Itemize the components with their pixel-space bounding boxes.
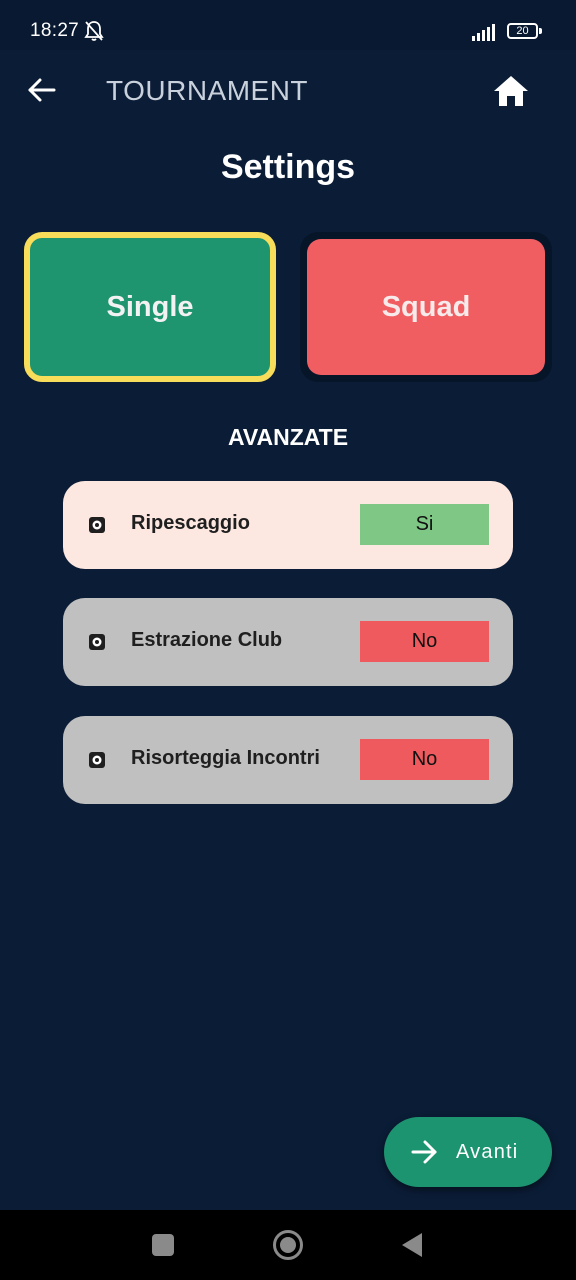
page-title: Settings — [220, 148, 356, 186]
battery-tip — [539, 28, 542, 34]
status-bar: 18:27 20 — [0, 0, 576, 50]
option-toggle-button[interactable]: No — [360, 621, 489, 662]
option-toggle-button[interactable]: No — [360, 739, 489, 780]
home-icon[interactable] — [492, 72, 530, 110]
home-circle-icon[interactable] — [272, 1229, 304, 1261]
option-risorteggia-incontri: Risorteggia Incontri No — [63, 716, 513, 804]
squad-mode-button[interactable]: Squad — [307, 239, 545, 375]
next-button[interactable]: Avanti — [384, 1117, 552, 1187]
arrow-left-icon[interactable] — [24, 72, 60, 108]
single-mode-label: Single — [106, 290, 194, 323]
back-triangle-icon[interactable] — [400, 1232, 424, 1258]
battery-level: 20 — [516, 25, 529, 37]
arrow-right-icon — [411, 1140, 437, 1164]
next-button-label: Avanti — [456, 1141, 519, 1163]
option-label: Ripescaggio — [131, 512, 250, 534]
advanced-section-title: AVANZATE — [227, 424, 349, 450]
battery-icon: 20 — [507, 23, 538, 39]
option-toggle-button[interactable]: Si — [360, 504, 489, 545]
option-label: Risorteggia Incontri — [131, 747, 320, 769]
option-value: No — [411, 748, 438, 770]
gear-icon — [89, 517, 105, 533]
status-time: 18:27 — [30, 20, 80, 41]
app-title: TOURNAMENT — [106, 75, 309, 106]
option-label: Estrazione Club — [131, 629, 283, 651]
squad-mode-label: Squad — [381, 290, 471, 323]
gear-icon — [89, 752, 105, 768]
single-mode-button[interactable]: Single — [24, 232, 276, 382]
option-estrazione-club: Estrazione Club No — [63, 598, 513, 686]
system-nav-bar — [0, 1210, 576, 1280]
option-value: No — [411, 630, 438, 652]
gear-icon — [89, 634, 105, 650]
option-ripescaggio: Ripescaggio Si — [63, 481, 513, 569]
bell-off-icon — [84, 21, 104, 41]
option-value: Si — [415, 513, 434, 535]
signal-icon — [472, 24, 495, 41]
recents-icon[interactable] — [152, 1234, 174, 1256]
